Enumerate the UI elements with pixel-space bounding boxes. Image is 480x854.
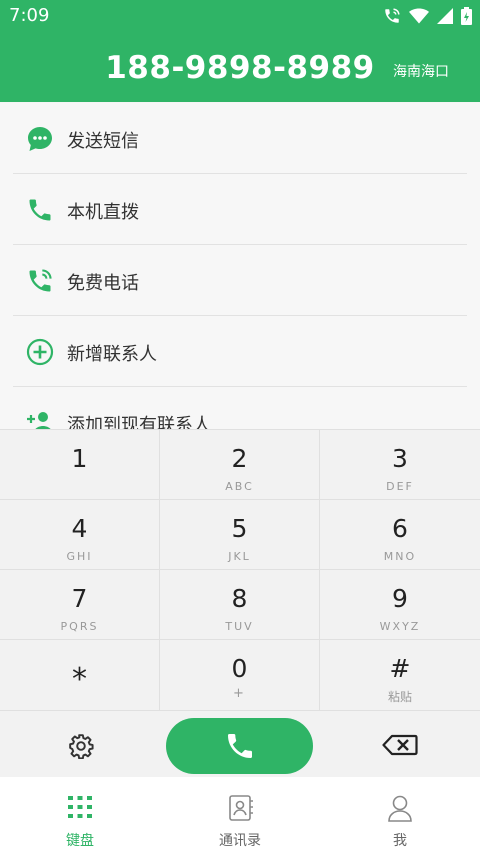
key-6[interactable]: 6 MNO: [320, 500, 480, 570]
key-0[interactable]: 0 +: [160, 640, 320, 710]
action-direct-call[interactable]: 本机直拨: [13, 174, 467, 245]
key-digit: 8: [231, 584, 248, 613]
wifi-icon: [409, 8, 429, 24]
tab-label: 我: [393, 833, 407, 849]
action-new-contact[interactable]: 新增联系人: [13, 316, 467, 387]
contacts-icon: [229, 795, 253, 821]
action-label: 添加到现有联系人: [67, 415, 211, 429]
key-digit: 9: [392, 584, 408, 613]
key-letters: WXYZ: [379, 620, 421, 633]
key-letters: DEF: [386, 480, 414, 493]
key-digit: 2: [231, 444, 248, 473]
key-7[interactable]: 7 PQRS: [0, 570, 160, 640]
dial-keypad: 1 2 ABC 3 DEF 4 GHI 5 JKL 6 MNO 7 PQRS 8…: [0, 429, 480, 710]
wifi-calling-icon: [385, 8, 400, 23]
status-time: 7:09: [9, 5, 50, 26]
key-letters: JKL: [228, 550, 251, 563]
key-hash[interactable]: # 粘贴: [320, 640, 480, 710]
key-digit: 6: [392, 514, 408, 543]
tab-contacts[interactable]: 通讯录: [160, 777, 320, 854]
key-letters: +: [233, 686, 246, 701]
key-letters: 粘贴: [387, 690, 412, 704]
key-letters: MNO: [383, 550, 417, 563]
add-person-icon: [27, 412, 51, 429]
battery-icon: [461, 7, 472, 25]
action-label: 本机直拨: [67, 202, 139, 223]
key-letters: GHI: [66, 550, 93, 563]
key-8[interactable]: 8 TUV: [160, 570, 320, 640]
key-digit: 3: [392, 444, 408, 473]
message-icon: [28, 127, 52, 151]
key-digit: 1: [71, 444, 88, 473]
key-letters: ABC: [225, 480, 254, 493]
action-free-call[interactable]: 免费电话: [13, 245, 467, 316]
key-digit: 7: [71, 584, 88, 613]
tab-label: 键盘: [66, 833, 94, 849]
key-9[interactable]: 9 WXYZ: [320, 570, 480, 640]
number-region: 海南海口: [393, 64, 449, 80]
key-3[interactable]: 3 DEF: [320, 430, 480, 500]
key-digit: *: [72, 662, 87, 697]
call-button[interactable]: [166, 718, 313, 774]
add-circle-icon: [26, 338, 54, 366]
key-digit: 4: [71, 514, 88, 543]
action-label: 新增联系人: [67, 344, 157, 365]
key-5[interactable]: 5 JKL: [160, 500, 320, 570]
action-add-to-existing[interactable]: 添加到现有联系人: [13, 387, 467, 429]
backspace-icon[interactable]: [382, 734, 418, 756]
tab-label: 通讯录: [219, 833, 261, 849]
action-label: 发送短信: [67, 131, 139, 152]
action-list: 发送短信 本机直拨 免费电话 新增联系人 添加到现有联系人: [0, 103, 480, 429]
number-header: 188-9898-8989 海南海口: [0, 32, 480, 102]
key-1[interactable]: 1: [0, 430, 160, 500]
key-star[interactable]: *: [0, 640, 160, 710]
keypad-icon: [68, 796, 92, 818]
phone-icon: [29, 199, 51, 221]
key-digit: 5: [231, 514, 248, 543]
key-2[interactable]: 2 ABC: [160, 430, 320, 500]
action-send-sms[interactable]: 发送短信: [13, 103, 467, 174]
bottom-nav: 键盘 通讯录 我: [0, 777, 480, 854]
key-digit: 0: [231, 654, 248, 683]
gear-icon[interactable]: [68, 733, 94, 759]
call-bar: [0, 710, 480, 778]
key-letters: PQRS: [60, 620, 99, 633]
key-4[interactable]: 4 GHI: [0, 500, 160, 570]
wifi-call-icon: [29, 269, 52, 292]
signal-icon: [437, 8, 453, 24]
action-label: 免费电话: [67, 273, 139, 294]
tab-keypad[interactable]: 键盘: [0, 777, 160, 854]
status-icons: [383, 6, 472, 26]
profile-icon: [388, 795, 412, 822]
phone-icon: [228, 734, 252, 758]
status-bar: 7:09: [0, 0, 480, 32]
key-letters: TUV: [225, 620, 254, 633]
tab-me[interactable]: 我: [320, 777, 480, 854]
key-digit: #: [389, 654, 411, 683]
